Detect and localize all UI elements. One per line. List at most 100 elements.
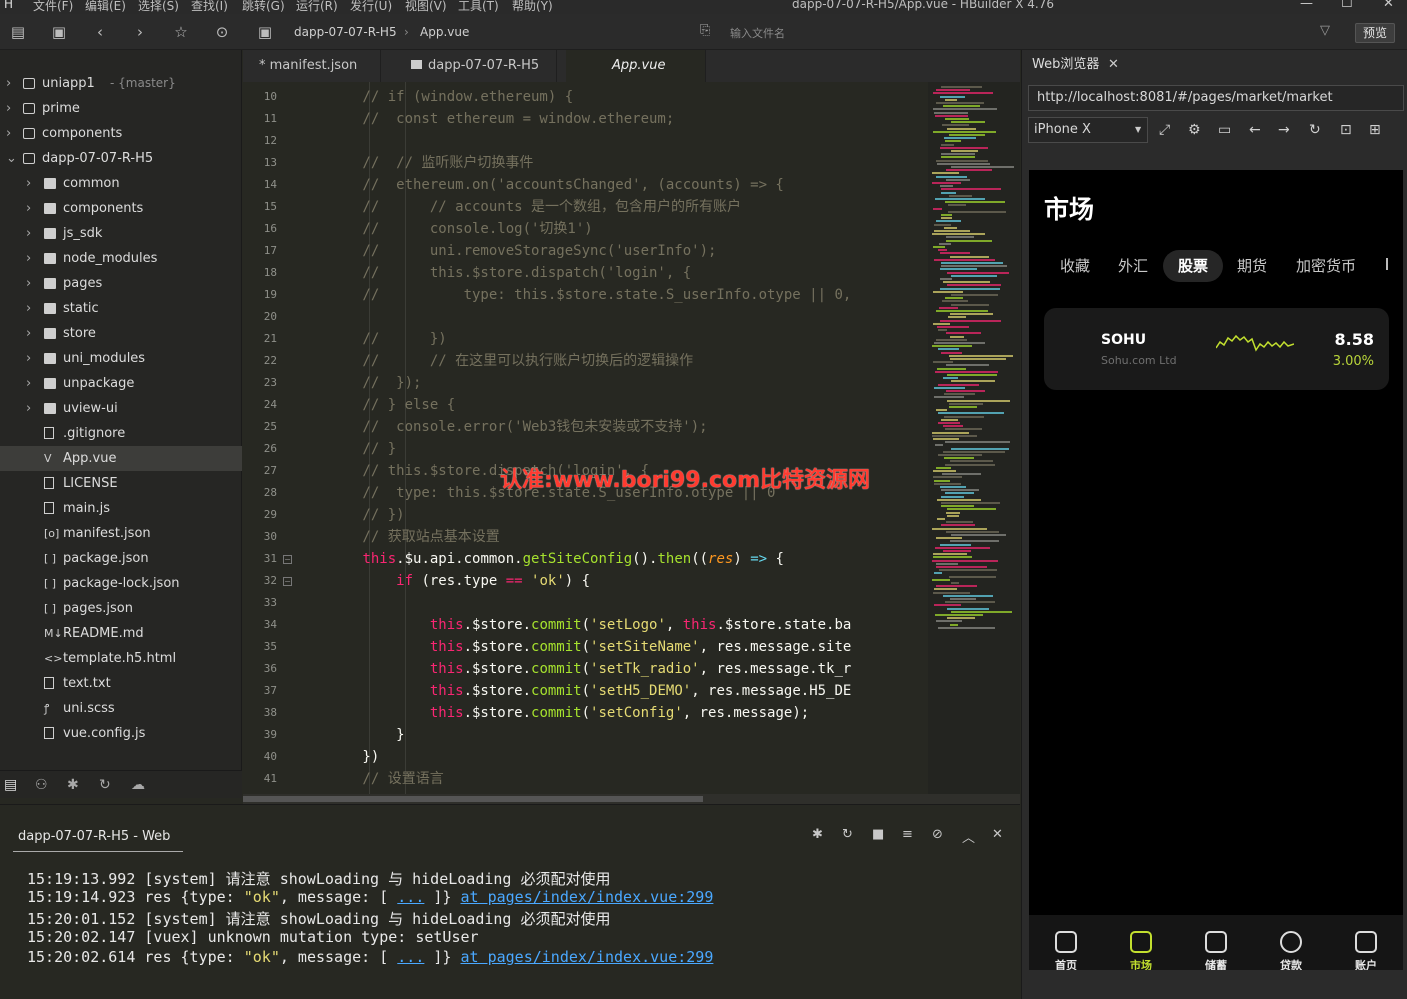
forward-icon[interactable]: › [131,23,149,41]
menu-goto[interactable]: 跳转(G) [242,0,285,14]
tree-item[interactable]: main.js [0,496,242,521]
chevron-right-icon[interactable]: › [26,321,31,346]
grid-icon[interactable]: ⊞ [1369,122,1381,138]
minimap[interactable] [928,82,1020,794]
tab-project[interactable]: dapp-07-07-R-H5 [397,50,557,82]
tree-item[interactable]: [o] manifest.json [0,521,242,546]
nav-home[interactable]: 首页 [1029,915,1103,970]
collapse-icon[interactable]: ︿ [962,827,975,846]
nav-savings[interactable]: 储蓄 [1179,915,1253,970]
tab-crypto[interactable]: 加密货币 [1289,250,1363,282]
chevron-right-icon[interactable]: › [26,371,31,396]
chevron-right-icon[interactable]: › [6,121,11,146]
code-editor[interactable]: 10 11 12 13 14 15 16 17 18 19 20 21 22 23 24 25 26 27 28 29… [243,82,928,794]
tree-item[interactable]: vue.config.js [0,721,242,746]
device-select[interactable]: iPhone X ▼ [1028,117,1148,143]
forward-icon[interactable]: → [1278,122,1290,138]
refresh-icon[interactable]: ↻ [1309,122,1321,138]
console-icon[interactable]: ▭ [1218,122,1231,138]
chevron-right-icon[interactable]: › [26,246,31,271]
menu-select[interactable]: 选择(S) [138,0,179,14]
menu-edit[interactable]: 编辑(E) [85,0,126,14]
close-window-icon[interactable]: ✕ [1383,0,1394,11]
tab-app-vue[interactable]: App.vue [566,50,706,82]
tree-item[interactable]: text.txt [0,671,242,696]
save-icon[interactable]: ▣ [50,23,68,41]
star-icon[interactable]: ☆ [172,23,190,41]
tree-item[interactable]: › uni_modules [0,346,242,371]
fold-icon[interactable]: − [283,555,292,564]
url-bar[interactable]: http://localhost:8081/#/pages/market/mar… [1028,85,1404,111]
chevron-right-icon[interactable]: › [6,96,11,121]
close-console-icon[interactable]: ✕ [992,827,1003,842]
filter-icon[interactable]: ▽ [1320,23,1330,38]
back-icon[interactable]: ‹ [91,23,109,41]
chevron-right-icon[interactable]: › [26,171,31,196]
tree-item[interactable]: › components [0,196,242,221]
chevron-down-icon[interactable]: ⌄ [6,146,17,171]
horizontal-scrollbar[interactable] [243,794,1020,804]
back-icon[interactable]: ← [1249,122,1261,138]
chevron-right-icon[interactable]: › [26,196,31,221]
console-title[interactable]: dapp-07-07-R-H5 - Web [18,829,170,844]
minimize-icon[interactable]: — [1300,0,1313,11]
tree-item[interactable]: M↓ README.md [0,621,242,646]
menu-help[interactable]: 帮助(Y) [512,0,553,14]
tree-item[interactable]: ⌄ dapp-07-07-R-H5 [0,146,242,171]
scrollbar-thumb[interactable] [243,796,703,802]
menu-find[interactable]: 查找(I) [191,0,228,14]
tree-item[interactable]: › js_sdk [0,221,242,246]
lock-icon[interactable]: ⊡ [1340,122,1352,138]
tree-item[interactable]: › common [0,171,242,196]
tree-item[interactable]: [ ] package-lock.json [0,571,242,596]
chevron-right-icon[interactable]: › [26,346,31,371]
source-link[interactable]: at pages/index/index.vue:299 [461,888,714,906]
menu-run[interactable]: 运行(R) [296,0,338,14]
menu-tools[interactable]: 工具(T) [458,0,499,14]
tree-item[interactable]: › pages [0,271,242,296]
explorer-icon[interactable]: ▤ [4,777,17,793]
run-icon[interactable]: ⊙ [213,23,231,41]
tree-item[interactable]: › store [0,321,242,346]
nav-loan[interactable]: 贷款 [1254,915,1328,970]
stop-icon[interactable]: ■ [872,827,884,842]
chevron-right-icon[interactable]: › [26,221,31,246]
nav-market[interactable]: 市场 [1104,915,1178,970]
source-link[interactable]: at pages/index/index.vue:299 [461,948,714,966]
git-icon[interactable]: ↻ [99,777,111,793]
fold-icon[interactable]: − [283,577,292,586]
tree-item[interactable]: [ ] pages.json [0,596,242,621]
filter-log-icon[interactable]: ≡ [902,827,913,842]
tree-item[interactable]: ꝭ uni.scss [0,696,242,721]
tree-item[interactable]: › uniapp1 - {master} [0,71,242,96]
chevron-right-icon[interactable]: › [26,271,31,296]
tree-item[interactable]: › uview-ui [0,396,242,421]
rotate-icon[interactable]: ⤢ [1159,122,1170,138]
maximize-icon[interactable]: ☐ [1341,0,1353,11]
tree-item[interactable]: [ ] package.json [0,546,242,571]
menu-view[interactable]: 视图(V) [405,0,447,14]
tree-item[interactable]: › node_modules [0,246,242,271]
gear-icon[interactable]: ⚙ [1188,122,1201,138]
expand-link[interactable]: ... [397,888,424,906]
chevron-right-icon[interactable]: › [26,396,31,421]
restart-icon[interactable]: ↻ [842,827,853,842]
tree-item[interactable]: › static [0,296,242,321]
stock-card[interactable]: SOHU Sohu.com Ltd 8.58 3.00% [1044,308,1389,390]
debug-icon[interactable]: ⚇ [35,777,48,793]
file-filter[interactable]: ⎘ 输入文件名 ▽ [700,21,1340,43]
tree-item[interactable]: .gitignore [0,421,242,446]
tree-item[interactable]: › components [0,121,242,146]
menu-file[interactable]: 文件(F) [33,0,73,14]
browser-tab[interactable]: Web浏览器 ✕ [1022,50,1132,80]
chevron-right-icon[interactable]: › [6,71,11,96]
tab-manifest[interactable]: * manifest.json [243,50,381,82]
tree-item[interactable]: <> template.h5.html [0,646,242,671]
breadcrumb-project[interactable]: dapp-07-07-R-H5 [294,25,397,39]
expand-link[interactable]: ... [397,948,424,966]
bug-icon[interactable]: ✱ [67,777,79,793]
breadcrumb-file[interactable]: App.vue [420,25,469,39]
tree-item[interactable]: V App.vue [0,446,242,471]
new-file-icon[interactable]: ▤ [9,23,27,41]
close-icon[interactable]: ✕ [1108,50,1119,80]
